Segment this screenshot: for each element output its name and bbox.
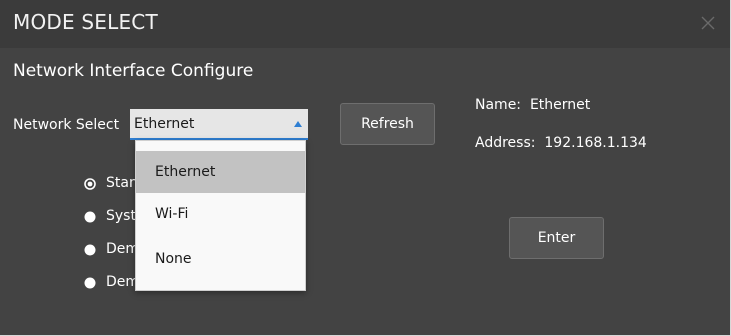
refresh-button[interactable]: Refresh (340, 103, 435, 145)
interface-name-value: Ethernet (529, 97, 591, 113)
chevron-up-icon (294, 121, 302, 127)
section-header: Network Interface Configure (13, 61, 254, 81)
interface-address-value: 192.168.1.134 (544, 135, 647, 151)
mode-label: Stan (106, 175, 138, 191)
close-icon[interactable] (696, 11, 720, 35)
radio-selected-icon (84, 178, 96, 190)
network-select-combobox[interactable]: Ethernet (130, 109, 308, 140)
dropdown-option-none[interactable]: None (136, 238, 305, 280)
dropdown-option-wifi[interactable]: Wi-Fi (136, 193, 305, 235)
interface-name-row: Name: Ethernet (475, 97, 590, 113)
network-select-label: Network Select (13, 117, 120, 133)
radio-unselected-icon (84, 277, 96, 289)
mode-select-window: MODE SELECT Network Interface Configure … (0, 0, 731, 336)
interface-name-label: Name: (475, 97, 522, 113)
radio-unselected-icon (84, 244, 96, 256)
interface-address-row: Address: 192.168.1.134 (475, 135, 647, 151)
window-title: MODE SELECT (13, 10, 158, 34)
enter-button[interactable]: Enter (509, 217, 604, 259)
network-select-dropdown: Ethernet Wi-Fi None (135, 140, 306, 291)
dropdown-option-ethernet[interactable]: Ethernet (136, 151, 305, 193)
network-select-value: Ethernet (134, 116, 195, 132)
interface-address-label: Address: (475, 135, 536, 151)
mode-label: Syst (106, 208, 136, 224)
title-bar: MODE SELECT (0, 0, 730, 48)
radio-unselected-icon (84, 211, 96, 223)
